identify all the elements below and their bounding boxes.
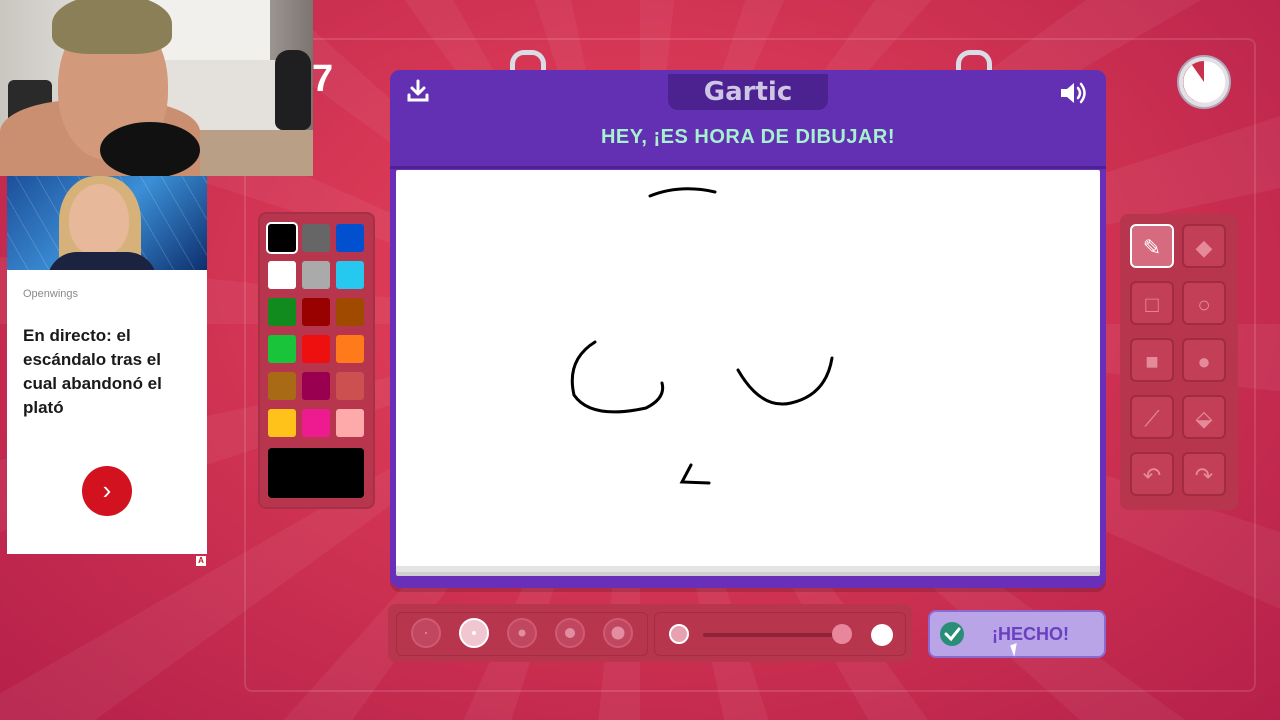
- ad-badge[interactable]: A: [196, 556, 206, 566]
- brush-size-option[interactable]: [603, 618, 633, 648]
- line-tool[interactable]: ⟋: [1130, 395, 1174, 439]
- drawing-board: Gartic HEY, ¡ES HORA DE DIBUJAR!: [390, 50, 1106, 588]
- fill-bucket-tool[interactable]: ⬙: [1182, 395, 1226, 439]
- ad-title[interactable]: En directo: el escándalo tras el cual ab…: [23, 324, 193, 420]
- opacity-track[interactable]: [703, 633, 849, 637]
- opacity-knob[interactable]: [831, 624, 852, 644]
- rectangle-outline-tool[interactable]: □: [1130, 281, 1174, 325]
- ellipse-fill-tool[interactable]: ●: [1182, 338, 1226, 382]
- brush-size-option[interactable]: [459, 618, 489, 648]
- speaker-icon[interactable]: [1058, 78, 1090, 108]
- ad-image[interactable]: [7, 176, 207, 270]
- color-swatch[interactable]: [336, 298, 364, 326]
- rectangle-fill-tool[interactable]: ■: [1130, 338, 1174, 382]
- color-swatch[interactable]: [302, 261, 330, 289]
- ad-source: Openwings: [23, 288, 79, 300]
- opacity-slider[interactable]: [654, 612, 906, 656]
- color-swatch[interactable]: [268, 224, 296, 252]
- color-swatch[interactable]: [302, 372, 330, 400]
- brush-toolbar: [388, 604, 912, 662]
- score-number: 7: [312, 58, 334, 100]
- color-swatch[interactable]: [336, 409, 364, 437]
- color-swatch[interactable]: [336, 372, 364, 400]
- opacity-max-icon: [871, 624, 893, 646]
- brush-size-option[interactable]: [507, 618, 537, 648]
- ellipse-outline-tool[interactable]: ○: [1182, 281, 1226, 325]
- color-palette: [258, 212, 375, 509]
- timer-icon: [1176, 54, 1232, 110]
- undo-tool[interactable]: ↶: [1130, 452, 1174, 496]
- color-swatch[interactable]: [302, 335, 330, 363]
- pencil-tool[interactable]: ✎: [1130, 224, 1174, 268]
- brush-size-option[interactable]: [411, 618, 441, 648]
- ad-panel[interactable]: Openwings En directo: el escándalo tras …: [7, 176, 207, 554]
- color-swatch[interactable]: [302, 224, 330, 252]
- color-swatch[interactable]: [268, 409, 296, 437]
- done-label: ¡HECHO!: [992, 624, 1069, 644]
- color-swatch[interactable]: [336, 224, 364, 252]
- color-swatch[interactable]: [302, 298, 330, 326]
- draw-prompt: HEY, ¡ES HORA DE DIBUJAR!: [600, 126, 895, 148]
- download-icon[interactable]: [404, 78, 432, 106]
- drawing-strokes: [570, 187, 834, 485]
- color-swatch[interactable]: [336, 335, 364, 363]
- webcam-overlay: [0, 0, 313, 176]
- redo-tool[interactable]: ↷: [1182, 452, 1226, 496]
- check-icon: [940, 622, 964, 646]
- gartic-logo: Gartic: [668, 74, 828, 110]
- tool-panel: ✎ ◆ □ ○ ■ ● ⟋ ⬙ ↶ ↷: [1120, 214, 1238, 510]
- color-swatch[interactable]: [336, 261, 364, 289]
- brush-size-group: [396, 612, 648, 656]
- color-swatch[interactable]: [268, 372, 296, 400]
- board-header: Gartic HEY, ¡ES HORA DE DIBUJAR!: [390, 70, 1106, 169]
- chevron-right-icon[interactable]: ›: [82, 466, 132, 516]
- color-swatch[interactable]: [302, 409, 330, 437]
- color-swatch[interactable]: [268, 335, 296, 363]
- brush-size-option[interactable]: [555, 618, 585, 648]
- color-swatch[interactable]: [268, 298, 296, 326]
- current-color: [268, 448, 364, 498]
- eraser-tool[interactable]: ◆: [1182, 224, 1226, 268]
- drawing-canvas[interactable]: [396, 170, 1100, 566]
- color-swatch[interactable]: [268, 261, 296, 289]
- opacity-min-icon: [669, 624, 689, 644]
